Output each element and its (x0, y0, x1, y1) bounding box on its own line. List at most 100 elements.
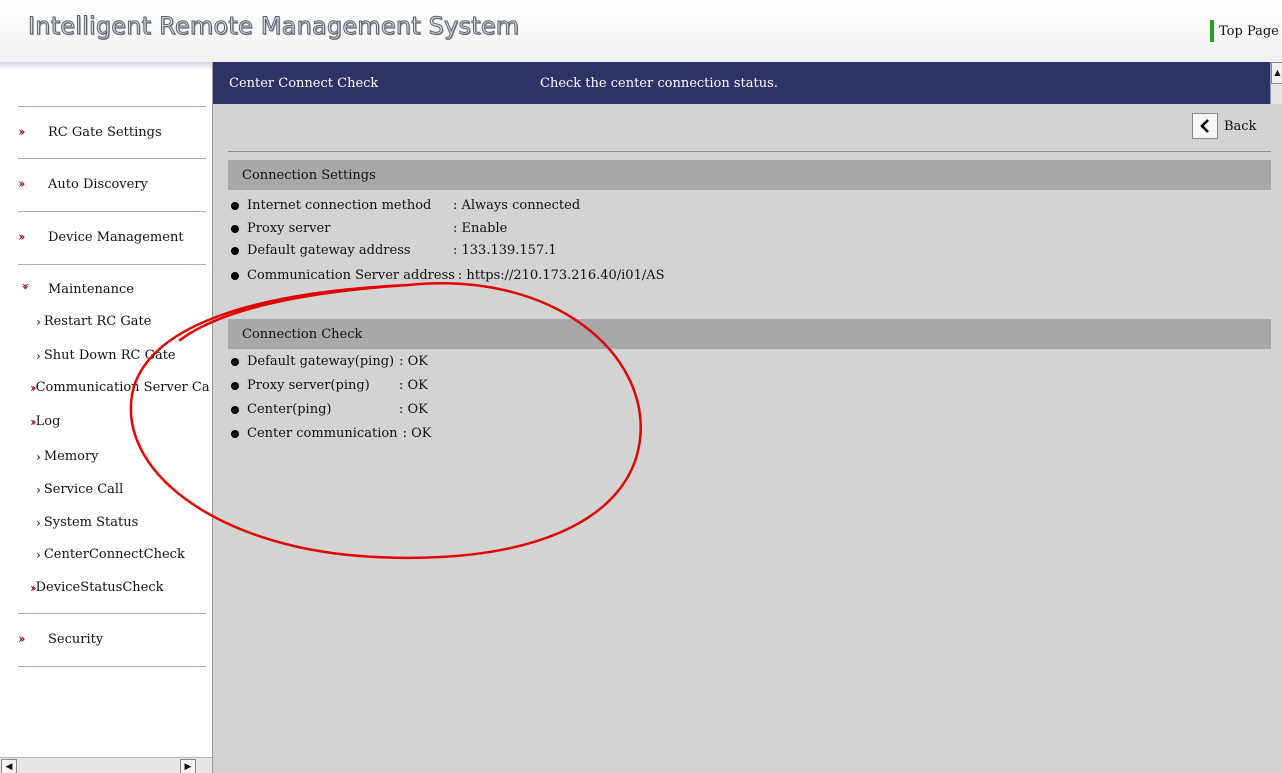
check-value: : OK (399, 354, 428, 369)
chevron-right-icon: › (36, 449, 41, 464)
section-title: Connection Check (242, 326, 363, 342)
sidebar-subitem-log[interactable]: ›› Log (30, 414, 60, 429)
divider (228, 151, 1271, 152)
double-chevron-right-icon: ›› (30, 414, 36, 429)
bullet-icon (231, 405, 239, 414)
sidebar-divider (18, 666, 206, 667)
page-description: Check the center connection status. (540, 76, 778, 91)
settings-row: Communication Server address : https://2… (231, 268, 665, 283)
sidebar-subitem-label: Shut Down RC Gate (43, 348, 176, 363)
sidebar-subitem-label: Log (35, 414, 61, 429)
bullet-icon (231, 246, 239, 255)
sidebar-subitem-system-status[interactable]: › System Status (36, 515, 138, 530)
settings-key: Proxy server (247, 221, 331, 236)
app-title: Intelligent Remote Management System (27, 12, 520, 41)
settings-row: Default gateway address : 133.139.157.1 (231, 243, 557, 258)
sidebar-subitem-memory[interactable]: › Memory (36, 449, 99, 464)
sidebar-item-auto-discovery[interactable]: ›› Auto Discovery (18, 177, 148, 192)
sidebar-subitem-label: Service Call (43, 482, 124, 497)
sidebar-horizontal-scrollbar[interactable]: ◀ ▶ (0, 757, 212, 773)
header-bar: Intelligent Remote Management System Top… (0, 0, 1282, 63)
sidebar-item-label: Auto Discovery (48, 177, 148, 192)
check-key: Proxy server(ping) (247, 378, 370, 393)
settings-value: : Always connected (453, 198, 581, 213)
scroll-left-icon[interactable]: ◀ (1, 759, 17, 773)
bullet-icon (231, 381, 239, 390)
sidebar-item-device-management[interactable]: ›› Device Management (18, 230, 184, 245)
sidebar-item-label: RC Gate Settings (48, 125, 162, 140)
chevron-right-icon: › (36, 547, 41, 562)
main-vertical-scrollbar[interactable]: ▲ (1270, 62, 1282, 104)
main-content: Center Connect Check Check the center co… (213, 62, 1282, 773)
sidebar-item-label: Maintenance (48, 282, 134, 297)
check-value: : OK (399, 402, 428, 417)
bullet-icon (231, 224, 239, 233)
back-arrow-icon (1192, 113, 1218, 139)
back-button[interactable]: Back (1192, 113, 1256, 139)
back-label: Back (1224, 118, 1257, 134)
bullet-icon (231, 271, 239, 280)
scroll-up-icon[interactable]: ▲ (1271, 62, 1282, 84)
connection-check-header: Connection Check (228, 319, 1271, 349)
settings-row: Internet connection method : Always conn… (231, 198, 580, 213)
bullet-icon (231, 429, 239, 438)
top-page-link[interactable]: Top Page (1210, 20, 1279, 42)
sidebar-subitem-label: Communication Server Ca (35, 380, 210, 395)
settings-value: : https://210.173.216.40/i01/AS (457, 268, 665, 283)
sidebar-subitem-label: System Status (43, 515, 139, 530)
top-page-label: Top Page (1219, 23, 1279, 39)
bullet-icon (231, 357, 239, 366)
settings-key: Internet connection method (247, 198, 432, 213)
page-title-bar: Center Connect Check Check the center co… (213, 62, 1270, 104)
sidebar: ›› RC Gate Settings ›› Auto Discovery ››… (0, 62, 213, 773)
connection-settings-header: Connection Settings (228, 160, 1271, 190)
settings-value: : Enable (453, 221, 508, 236)
sidebar-subitem-label: DeviceStatusCheck (35, 580, 164, 595)
settings-row: Proxy server : Enable (231, 221, 507, 236)
sidebar-subitem-center-connect-check[interactable]: › CenterConnectCheck (36, 547, 185, 562)
double-chevron-right-icon: ›› (18, 177, 25, 192)
double-chevron-right-icon: ›› (18, 230, 25, 245)
sidebar-subitem-communication-server[interactable]: ›› Communication Server Ca (30, 380, 210, 395)
chevron-right-icon: › (36, 482, 41, 497)
double-chevron-right-icon: ›› (30, 380, 36, 395)
check-row: Default gateway(ping) : OK (231, 354, 428, 369)
double-chevron-right-icon: ›› (18, 632, 25, 647)
double-chevron-right-icon: ›› (18, 125, 25, 140)
sidebar-subitem-label: Restart RC Gate (43, 314, 152, 329)
chevron-right-icon: › (36, 515, 41, 530)
double-chevron-down-icon: ›› (17, 282, 33, 287)
check-value: : OK (399, 378, 428, 393)
check-row: Center communication : OK (231, 426, 431, 441)
sidebar-item-maintenance[interactable]: ›› Maintenance (18, 282, 134, 297)
sidebar-subitem-label: Memory (43, 449, 99, 464)
check-row: Proxy server(ping) : OK (231, 378, 428, 393)
sidebar-item-label: Security (48, 632, 104, 647)
chevron-right-icon: › (36, 314, 41, 329)
scroll-right-icon[interactable]: ▶ (180, 759, 196, 773)
sidebar-subitem-restart-rc-gate[interactable]: › Restart RC Gate (36, 314, 151, 329)
settings-key: Communication Server address (247, 268, 455, 283)
sidebar-item-security[interactable]: ›› Security (18, 632, 103, 647)
bullet-icon (231, 201, 239, 210)
section-title: Connection Settings (242, 167, 376, 183)
sidebar-item-rc-gate-settings[interactable]: ›› RC Gate Settings (18, 125, 162, 140)
double-chevron-right-icon: ›› (30, 580, 36, 595)
sidebar-subitem-service-call[interactable]: › Service Call (36, 482, 123, 497)
sidebar-subitem-label: CenterConnectCheck (43, 547, 185, 562)
sidebar-divider (18, 106, 206, 107)
top-page-marker-icon (1210, 20, 1214, 42)
sidebar-divider (18, 264, 206, 265)
check-row: Center(ping) : OK (231, 402, 428, 417)
check-key: Center(ping) (247, 402, 332, 417)
sidebar-divider (18, 613, 206, 614)
check-value: : OK (402, 426, 432, 441)
sidebar-subitem-shut-down-rc-gate[interactable]: › Shut Down RC Gate (36, 348, 176, 363)
sidebar-divider (18, 158, 206, 159)
page-title: Center Connect Check (229, 76, 379, 91)
check-key: Default gateway(ping) (247, 354, 395, 369)
sidebar-subitem-device-status-check[interactable]: ›› DeviceStatusCheck (30, 580, 164, 595)
chevron-right-icon: › (36, 348, 41, 363)
sidebar-item-label: Device Management (48, 230, 184, 245)
settings-value: : 133.139.157.1 (453, 243, 557, 258)
